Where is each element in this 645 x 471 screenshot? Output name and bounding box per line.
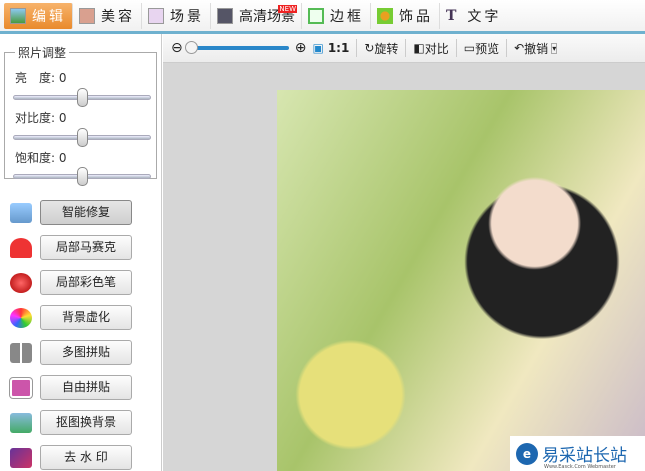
new-badge: NEW (278, 4, 297, 13)
free-collage-icon (9, 376, 33, 399)
watermark: e 易采站长站 Www.Easck.Com Webmaster (510, 436, 645, 471)
zoom-out-icon[interactable]: ⊖ (171, 40, 183, 56)
brightness-slider[interactable] (13, 88, 151, 107)
clover-icon (377, 7, 393, 24)
tab-frame[interactable]: 边框 (302, 2, 371, 29)
preview-icon: ▭ (463, 41, 476, 55)
mosaic-button[interactable]: 局部马赛克 (40, 235, 132, 260)
rotate-button[interactable]: ↻ 旋转 (357, 39, 407, 57)
smart-fix-button[interactable]: 智能修复 (40, 200, 132, 225)
remove-watermark-button[interactable]: 去 水 印 (40, 445, 132, 470)
text-icon: T (446, 7, 460, 24)
photo-adjust-group: 照片调整 亮 度: 0 对比度: 0 饱和度: 0 (4, 44, 157, 186)
fit-icon[interactable]: ▣ (312, 41, 323, 55)
multi-collage-button[interactable]: 多图拼贴 (40, 340, 132, 365)
contrast-slider[interactable] (13, 128, 151, 147)
slider-handle[interactable] (77, 128, 88, 147)
tab-accessory[interactable]: 饰品 (371, 2, 440, 29)
zoom-slider[interactable] (184, 41, 289, 54)
apple-icon (10, 272, 32, 293)
cutout-icon (10, 412, 32, 433)
tab-edit[interactable]: 编辑 (4, 2, 73, 29)
main-tabs: 编辑 美容 场景 高清场景 NEW 边框 饰品 T 文字 (0, 0, 645, 31)
saturation-label: 饱和度: 0 (15, 151, 67, 165)
compare-button[interactable]: ◧ 对比 (406, 39, 457, 57)
slider-handle[interactable] (184, 41, 198, 54)
collage-icon (10, 342, 32, 363)
compare-icon: ◧ (413, 41, 425, 55)
canvas-area: ⊖ ⊕ ▣ 1:1 ↻ 旋转 ◧ 对比 ▭ 预览 ↶ 撤销 ▾ e 易采站长站 Www.E… (163, 34, 645, 471)
slider-handle[interactable] (77, 167, 88, 186)
color-pen-button[interactable]: 局部彩色笔 (40, 270, 132, 295)
cutout-background-button[interactable]: 抠图换背景 (40, 410, 132, 435)
frame-icon (308, 7, 324, 24)
undo-button[interactable]: ↶ 撤销 ▾ (507, 39, 564, 57)
tab-beauty[interactable]: 美容 (73, 2, 142, 29)
tab-text[interactable]: T 文字 (440, 3, 507, 29)
actual-size-button[interactable]: 1:1 (328, 39, 358, 57)
mosaic-heart-icon (10, 237, 32, 258)
landscape-icon (10, 7, 26, 24)
photo-canvas[interactable]: e 易采站长站 Www.Easck.Com Webmaster (277, 90, 645, 471)
saturation-slider[interactable] (13, 167, 151, 186)
left-panel: 照片调整 亮 度: 0 对比度: 0 饱和度: 0 智能修复 局部马赛克 局部彩… (0, 34, 162, 471)
remove-watermark-icon (10, 447, 32, 468)
face-icon (79, 7, 95, 24)
free-collage-button[interactable]: 自由拼贴 (40, 375, 132, 400)
magic-fix-icon (10, 202, 32, 223)
view-toolbar: ⊖ ⊕ ▣ 1:1 ↻ 旋转 ◧ 对比 ▭ 预览 ↶ 撤销 ▾ (163, 34, 645, 63)
watermark-logo-icon: e (516, 442, 538, 465)
photo-adjust-title: 照片调整 (18, 46, 67, 60)
hd-scene-icon (217, 7, 233, 24)
zoom-in-icon[interactable]: ⊕ (295, 40, 307, 56)
slider-handle[interactable] (77, 88, 88, 107)
rotate-icon: ↻ (364, 41, 375, 55)
brightness-label: 亮 度: 0 (15, 71, 67, 85)
tab-scene[interactable]: 场景 (142, 2, 211, 29)
scene-icon (148, 7, 164, 24)
tab-hd-scene[interactable]: 高清场景 NEW (211, 2, 302, 29)
chevron-down-icon[interactable]: ▾ (551, 42, 558, 54)
undo-icon: ↶ (514, 41, 525, 55)
preview-button[interactable]: ▭ 预览 (457, 39, 508, 57)
blur-icon (10, 307, 32, 328)
contrast-label: 对比度: 0 (15, 111, 67, 125)
background-blur-button[interactable]: 背景虚化 (40, 305, 132, 330)
